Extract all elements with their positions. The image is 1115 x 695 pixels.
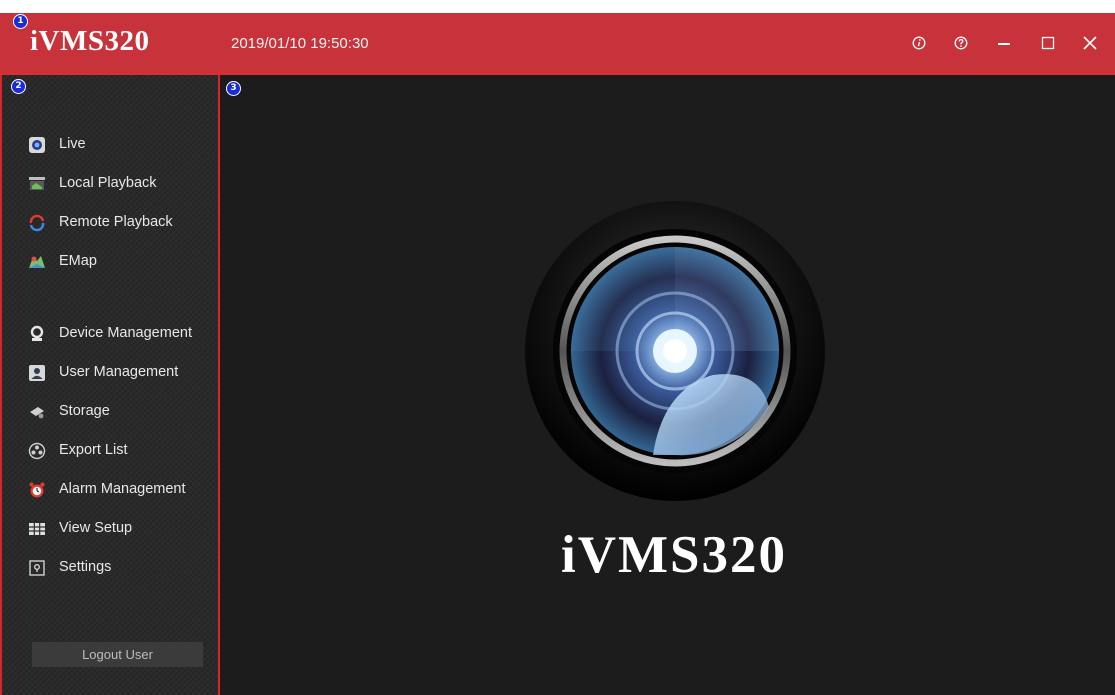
sidebar-item-settings[interactable]: Settings bbox=[2, 553, 218, 583]
sidebar-item-storage[interactable]: Storage bbox=[2, 397, 218, 427]
sidebar-item-label: Settings bbox=[59, 559, 112, 575]
local-playback-icon bbox=[29, 177, 45, 190]
sidebar-item-label: Storage bbox=[59, 403, 110, 419]
user-management-icon bbox=[29, 365, 45, 381]
sidebar-item-label: Live bbox=[59, 136, 86, 152]
brand-wordmark: iVMS320 bbox=[561, 526, 787, 584]
maximize-button[interactable] bbox=[1032, 27, 1064, 59]
info-icon bbox=[912, 36, 926, 50]
sidebar-item-live[interactable]: Live bbox=[2, 130, 218, 160]
sidebar: 2 Live Local Playback Remote Playback EM… bbox=[0, 75, 220, 695]
datetime-display: 2019/01/10 19:50:30 bbox=[231, 35, 369, 52]
live-icon bbox=[29, 137, 45, 153]
sidebar-item-remote-playback[interactable]: Remote Playback bbox=[2, 208, 218, 238]
settings-icon bbox=[29, 560, 45, 576]
view-setup-icon bbox=[29, 523, 45, 535]
alarm-icon bbox=[29, 482, 45, 498]
callout-marker-3: 3 bbox=[226, 81, 241, 96]
sidebar-item-label: Export List bbox=[59, 442, 128, 458]
sidebar-item-label: Alarm Management bbox=[59, 481, 186, 497]
sidebar-item-device-management[interactable]: Device Management bbox=[2, 319, 218, 349]
title-bar: 1 iVMS320 2019/01/10 19:50:30 bbox=[0, 13, 1115, 75]
app-window: 1 iVMS320 2019/01/10 19:50:30 2 Live Loc… bbox=[0, 13, 1115, 695]
camera-lens-logo bbox=[525, 201, 825, 501]
help-icon bbox=[954, 36, 968, 50]
sidebar-item-export-list[interactable]: Export List bbox=[2, 436, 218, 466]
info-button[interactable] bbox=[903, 27, 935, 59]
sidebar-item-local-playback[interactable]: Local Playback bbox=[2, 169, 218, 199]
sidebar-item-label: Remote Playback bbox=[59, 214, 173, 230]
sidebar-item-alarm-management[interactable]: Alarm Management bbox=[2, 475, 218, 505]
remote-playback-icon bbox=[29, 214, 45, 232]
sidebar-item-label: View Setup bbox=[59, 520, 133, 536]
sidebar-item-label: EMap bbox=[59, 253, 97, 269]
callout-marker-2: 2 bbox=[11, 79, 26, 94]
callout-marker-1: 1 bbox=[13, 14, 28, 29]
device-management-icon bbox=[30, 325, 44, 341]
maximize-icon bbox=[1041, 36, 1055, 50]
minimize-button[interactable] bbox=[988, 27, 1020, 59]
main-content: 3 iVMS320 bbox=[220, 75, 1115, 695]
sidebar-item-label: Device Management bbox=[59, 325, 192, 341]
close-icon bbox=[1083, 36, 1097, 50]
export-list-icon bbox=[28, 442, 46, 460]
sidebar-item-user-management[interactable]: User Management bbox=[2, 358, 218, 388]
sidebar-item-emap[interactable]: EMap bbox=[2, 247, 218, 277]
app-logo: iVMS320 bbox=[30, 25, 150, 57]
close-button[interactable] bbox=[1074, 27, 1106, 59]
sidebar-item-label: Local Playback bbox=[59, 175, 157, 191]
logout-button[interactable]: Logout User bbox=[32, 642, 203, 667]
emap-icon bbox=[29, 256, 45, 268]
sidebar-item-view-setup[interactable]: View Setup bbox=[2, 514, 218, 544]
storage-icon bbox=[30, 407, 44, 419]
help-button[interactable] bbox=[945, 27, 977, 59]
sidebar-item-label: User Management bbox=[59, 364, 179, 380]
minimize-icon bbox=[998, 43, 1010, 45]
